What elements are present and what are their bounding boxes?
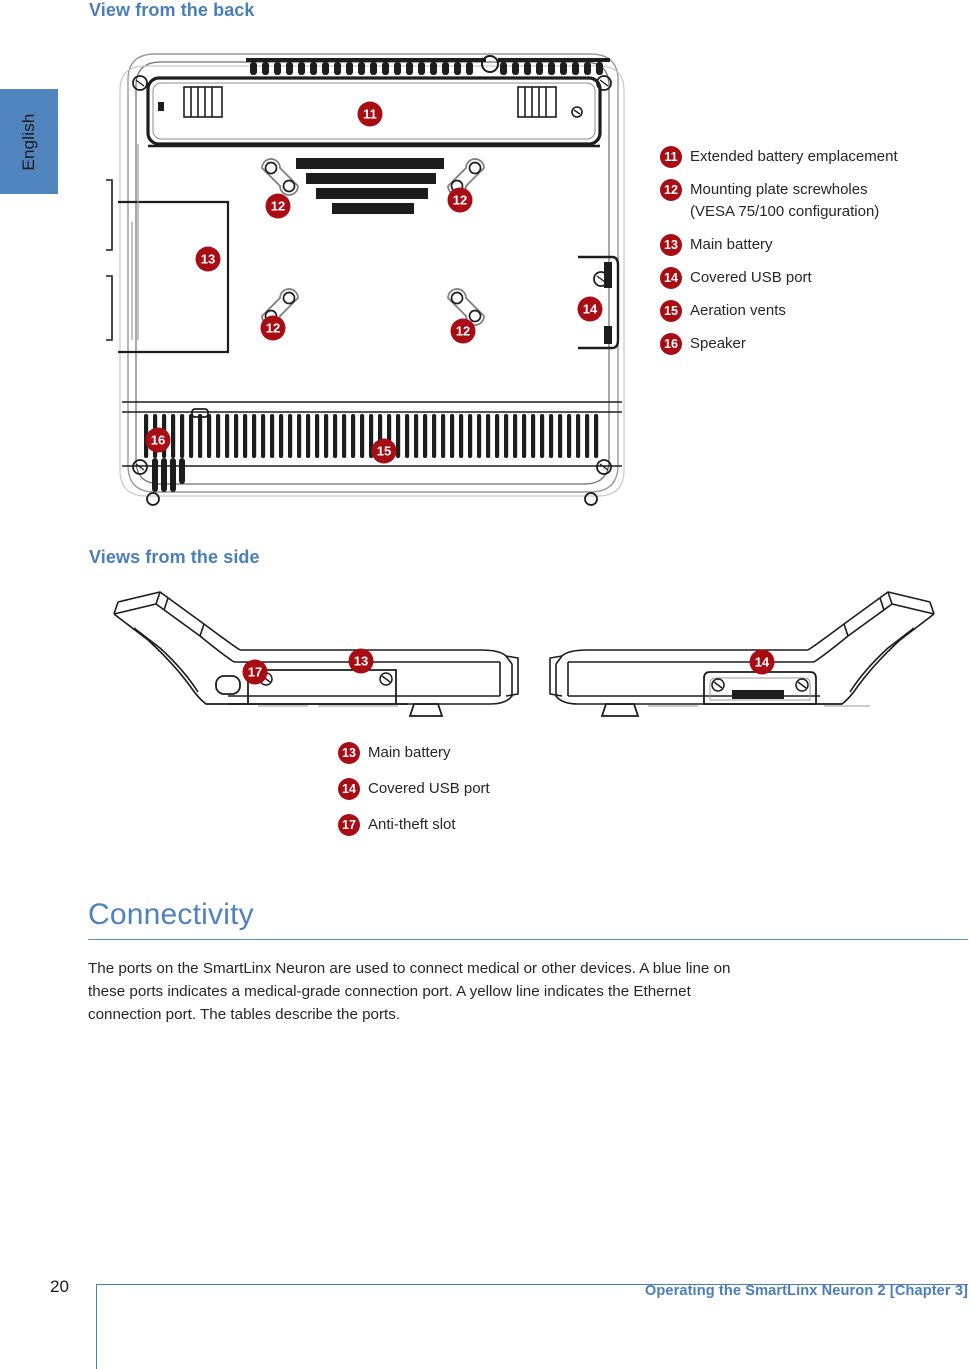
legend-badge: 15 [660,300,682,322]
legend-badge: 13 [660,234,682,256]
legend-badge: 12 [660,179,682,201]
page-title-connectivity: Connectivity [88,898,254,931]
callout-badge-14-side: 14 [749,649,775,675]
connectivity-rule [88,939,968,940]
connectivity-body-text: The ports on the SmartLinx Neuron are us… [88,960,731,1023]
legend-label: Main battery [368,744,451,761]
language-tab[interactable]: English [0,89,58,194]
callout-badge-12-br: 12 [450,318,476,344]
legend-item: 14 Covered USB port [338,778,490,800]
callout-badge-15: 15 [371,438,397,464]
legend-sublabel: (VESA 75/100 configuration) [690,203,880,220]
footer-vertical-rule [96,1284,97,1369]
legend-item: 14 Covered USB port [660,267,898,289]
callout-badge-12-tr: 12 [447,187,473,213]
callout-badge-12-tl: 12 [265,193,291,219]
side-view-left-illustration: 17 13 [108,584,528,724]
legend-label: Extended battery emplacement [690,148,898,165]
footer-chapter-text: Operating the SmartLinx Neuron 2 [Chapte… [644,1283,968,1299]
legend-label: Mounting plate screwholes (VESA 75/100 c… [690,179,879,223]
callout-badge-13-side: 13 [348,648,374,674]
legend-badge: 11 [660,146,682,168]
legend-item: 11 Extended battery emplacement [660,146,898,168]
callout-badge-17: 17 [242,659,268,685]
legend-label: Aeration vents [690,302,786,319]
callout-badge-16: 16 [145,427,171,453]
legend-item: 15 Aeration vents [660,300,898,322]
callout-badge-11: 11 [357,101,383,127]
legend-badge: 13 [338,742,360,764]
legend-back-view: 11 Extended battery emplacement 12 Mount… [660,146,898,366]
legend-item: 13 Main battery [660,234,898,256]
legend-label: Main battery [690,236,773,253]
legend-label: Speaker [690,335,746,352]
legend-label: Covered USB port [690,269,812,286]
legend-badge: 17 [338,814,360,836]
legend-item: 16 Speaker [660,333,898,355]
legend-item: 12 Mounting plate screwholes (VESA 75/10… [660,179,898,223]
legend-badge: 14 [660,267,682,289]
section-heading-views-from-the-side: Views from the side [89,547,260,567]
callout-badge-14: 14 [577,296,603,322]
legend-item: 13 Main battery [338,742,490,764]
legend-label: Covered USB port [368,780,490,797]
page-number: 20 [50,1277,69,1296]
callout-badge-12-bl: 12 [260,315,286,341]
section-heading-view-from-the-back: View from the back [89,0,255,20]
callout-badge-13: 13 [195,246,221,272]
back-view-illustration: 11 12 12 13 12 12 14 16 15 [100,40,645,525]
side-view-right-illustration: 14 [540,584,940,724]
language-tab-label: English [19,112,38,171]
legend-label: Anti-theft slot [368,816,456,833]
legend-badge: 14 [338,778,360,800]
legend-badge: 16 [660,333,682,355]
legend-item: 17 Anti-theft slot [338,814,490,836]
legend-side-views: 13 Main battery 14 Covered USB port 17 A… [338,742,490,850]
